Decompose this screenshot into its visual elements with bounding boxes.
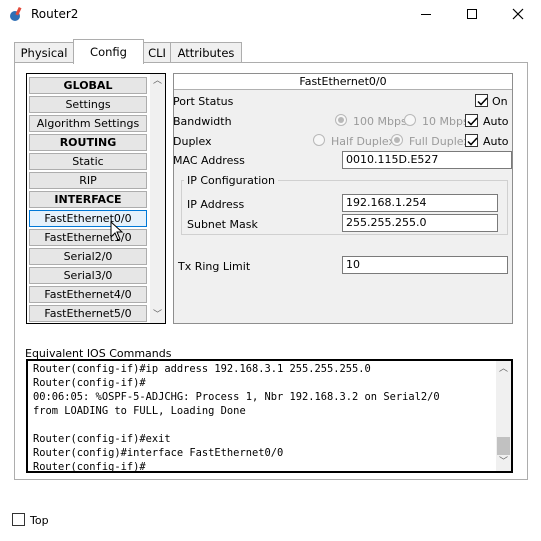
maximize-icon (467, 9, 477, 19)
scroll-up-icon[interactable]: ︿ (499, 365, 508, 374)
mouse-cursor-icon (110, 221, 124, 241)
duplex-auto-label: Auto (483, 135, 509, 148)
checkmark-icon (467, 117, 478, 126)
ip-address-field[interactable]: 192.168.1.254 (342, 194, 498, 212)
console-scroll-thumb[interactable] (497, 437, 510, 455)
tab-attributes[interactable]: Attributes (170, 42, 242, 63)
sidebar-item-fastethernet5-0[interactable]: FastEthernet5/0 (29, 305, 147, 322)
close-button[interactable] (495, 0, 541, 28)
console-line: 00:06:05: %OSPF-5-ADJCHG: Process 1, Nbr… (33, 391, 440, 403)
ip-address-label: IP Address (187, 198, 245, 211)
maximize-button[interactable] (449, 0, 495, 28)
bandwidth-10-label: 10 Mbps (422, 115, 469, 128)
title-bar: Router2 (0, 0, 541, 28)
sidebar-item-settings[interactable]: Settings (29, 96, 147, 113)
router-app-icon (10, 6, 22, 21)
console-line: from LOADING to FULL, Loading Done (33, 405, 246, 417)
half-duplex-radio[interactable] (313, 134, 325, 146)
console-line: Router(config-if)# (33, 461, 146, 473)
tab-cli[interactable]: CLI (143, 42, 171, 63)
top-checkbox[interactable] (12, 513, 25, 526)
duplex-label: Duplex (173, 135, 212, 148)
half-duplex-label: Half Duplex (331, 135, 396, 148)
subnet-mask-label: Subnet Mask (187, 218, 258, 231)
checkmark-icon (467, 137, 478, 146)
scroll-up-icon[interactable]: ︿ (153, 77, 162, 86)
port-status-on-label: On (492, 95, 508, 108)
port-status-checkbox[interactable] (475, 94, 488, 107)
mac-address-label: MAC Address (173, 154, 245, 167)
sidebar-item-serial2-0[interactable]: Serial2/0 (29, 248, 147, 265)
tx-ring-limit-field[interactable]: 10 (342, 256, 508, 274)
subnet-mask-field[interactable]: 255.255.255.0 (342, 214, 498, 232)
console-scrollbar[interactable]: ︿ ﹀ (496, 361, 511, 471)
close-icon (512, 8, 524, 20)
bandwidth-100-label: 100 Mbps (353, 115, 407, 128)
sidebar-item-serial3-0[interactable]: Serial3/0 (29, 267, 147, 284)
sidebar-item-static[interactable]: Static (29, 153, 147, 170)
interface-title: FastEthernet0/0 (174, 74, 512, 90)
sidebar-scrollbar[interactable]: ︿ ﹀ (150, 74, 165, 323)
tx-ring-limit-label: Tx Ring Limit (178, 260, 251, 273)
ip-configuration-label: IP Configuration (184, 174, 278, 187)
sidebar-item-fastethernet4-0[interactable]: FastEthernet4/0 (29, 286, 147, 303)
console-line: Router(config)#interface FastEthernet0/0 (33, 447, 284, 459)
full-duplex-radio[interactable] (391, 134, 403, 146)
port-status-label: Port Status (173, 95, 234, 108)
sidebar-header-interface: INTERFACE (29, 191, 147, 208)
sidebar-item-algorithm-settings[interactable]: Algorithm Settings (29, 115, 147, 132)
tab-config[interactable]: Config (73, 39, 144, 64)
minimize-icon (421, 13, 431, 15)
tab-physical[interactable]: Physical (14, 42, 74, 63)
scroll-down-icon[interactable]: ﹀ (499, 458, 508, 467)
checkmark-icon (477, 97, 488, 106)
ios-console[interactable]: Router(config-if)#ip address 192.168.3.1… (26, 359, 513, 473)
scroll-down-icon[interactable]: ﹀ (153, 311, 162, 320)
ios-console-lines: Router(config-if)#ip address 192.168.3.1… (33, 362, 493, 473)
console-line: Router(config-if)#exit (33, 433, 171, 445)
sidebar-item-fastethernet1-0[interactable]: FastEthernet1/0 (29, 229, 147, 246)
config-sidebar: GLOBAL Settings Algorithm Settings ROUTI… (26, 73, 166, 324)
window-title: Router2 (31, 7, 79, 21)
minimize-button[interactable] (403, 0, 449, 28)
bandwidth-auto-label: Auto (483, 115, 509, 128)
bandwidth-auto-checkbox[interactable] (465, 114, 478, 127)
top-label: Top (30, 514, 49, 527)
mac-address-field[interactable]: 0010.115D.E527 (342, 151, 512, 169)
bandwidth-label: Bandwidth (173, 115, 232, 128)
sidebar-header-global: GLOBAL (29, 77, 147, 94)
sidebar-item-fastethernet0-0[interactable]: FastEthernet0/0 (29, 210, 147, 227)
console-line: Router(config-if)#ip address 192.168.3.1… (33, 363, 371, 375)
sidebar-header-routing: ROUTING (29, 134, 147, 151)
bandwidth-100-radio[interactable] (335, 114, 347, 126)
console-line: Router(config-if)# (33, 377, 146, 389)
duplex-auto-checkbox[interactable] (465, 134, 478, 147)
sidebar-item-rip[interactable]: RIP (29, 172, 147, 189)
bandwidth-10-radio[interactable] (404, 114, 416, 126)
full-duplex-label: Full Duplex (409, 135, 470, 148)
